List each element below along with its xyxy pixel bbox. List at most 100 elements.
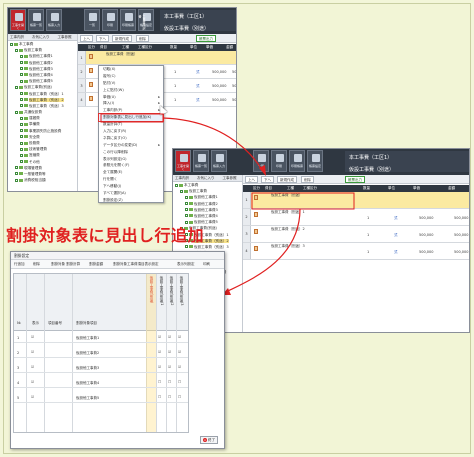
checkbox-icon[interactable] bbox=[175, 183, 178, 187]
column-header[interactable]: 工種区分 bbox=[138, 44, 152, 51]
move-up-button[interactable]: 上へ bbox=[245, 176, 258, 183]
allocation-checkbox[interactable]: ☑ bbox=[178, 365, 181, 369]
table-row[interactable]: 2 ☑ 仮設他工事費2 ☑ ☑ ☑ bbox=[14, 349, 188, 358]
tab-project-breakdown[interactable]: 工事内訳 bbox=[10, 35, 24, 39]
form-output-button[interactable]: 帳票出力 bbox=[196, 35, 216, 42]
checkbox-icon[interactable] bbox=[20, 141, 23, 145]
column-header[interactable]: 単価 bbox=[206, 44, 213, 51]
checkbox-icon[interactable] bbox=[20, 98, 23, 102]
checkbox-icon[interactable] bbox=[185, 214, 188, 218]
context-menu-item[interactable]: 単価(U) ▸ bbox=[99, 94, 163, 101]
allocation-checkbox[interactable]: ☐ bbox=[178, 395, 181, 399]
allocation-checkbox[interactable]: ☑ bbox=[178, 335, 181, 339]
column-header[interactable]: 数量 bbox=[363, 185, 370, 192]
delete-button[interactable]: 削除 bbox=[301, 176, 314, 183]
tab-project-breakdown[interactable]: 工事内訳 bbox=[175, 176, 189, 180]
column-header[interactable]: 数量 bbox=[170, 44, 177, 51]
checkbox-icon[interactable] bbox=[15, 172, 18, 176]
print-form-button[interactable]: 印刷帳票 bbox=[289, 150, 305, 172]
allocation-checkbox[interactable]: ☐ bbox=[158, 395, 161, 399]
column-header[interactable]: 工種区分 bbox=[303, 185, 317, 192]
dialog-delete-button[interactable]: 削除 bbox=[33, 262, 40, 267]
allocation-amount-button[interactable]: 割掛金額 bbox=[89, 262, 103, 267]
context-menu-item[interactable]: データ区分の変更(D) ▸ bbox=[99, 142, 163, 149]
form-settings-button[interactable]: 帳票設定 bbox=[307, 150, 323, 172]
print-form-button[interactable]: 印刷帳票 bbox=[120, 9, 136, 31]
print-button[interactable]: 印刷 bbox=[102, 9, 118, 31]
move-down-button[interactable]: 下へ bbox=[261, 176, 274, 183]
tab-project-reference[interactable]: 工事参照 bbox=[223, 176, 237, 180]
table-row[interactable]: 1 ☑ 仮設他工事費1 ☑ ☑ ☑ bbox=[14, 334, 188, 343]
checkbox-icon[interactable] bbox=[20, 61, 23, 65]
context-menu-item[interactable]: 行を開く bbox=[99, 176, 163, 183]
context-menu-item[interactable]: 割掛設定(Z) bbox=[99, 197, 163, 204]
target-display-settings-button[interactable]: 割掛対象工事費項目表示設定 bbox=[113, 262, 159, 267]
print-button[interactable]: 印刷 bbox=[271, 150, 287, 172]
checkbox-icon[interactable] bbox=[20, 135, 23, 139]
allocation-checkbox[interactable]: ☐ bbox=[168, 380, 171, 384]
context-menu-item[interactable]: 下へ移動(J) bbox=[99, 183, 163, 190]
form-input-button[interactable]: 帳票入力 bbox=[46, 9, 62, 31]
column-header[interactable]: 区分 bbox=[253, 185, 260, 192]
show-checkbox[interactable]: ☑ bbox=[31, 380, 34, 384]
allocation-checkbox[interactable]: ☑ bbox=[168, 365, 171, 369]
column-header[interactable]: 金額 bbox=[226, 44, 233, 51]
checkbox-icon[interactable] bbox=[15, 166, 18, 170]
table-row[interactable]: 1 仮設工事費（別途） bbox=[78, 51, 236, 65]
column-header[interactable]: 工種 bbox=[287, 185, 294, 192]
table-row[interactable]: 5 ☑ 仮設他工事費5 ☐ ☐ ☐ bbox=[14, 394, 188, 403]
checkbox-icon[interactable] bbox=[20, 92, 23, 95]
checkbox-icon[interactable] bbox=[185, 202, 188, 206]
checkbox-icon[interactable] bbox=[20, 54, 23, 58]
context-menu-item[interactable]: 割掛対象表に見出し行追加(K) bbox=[98, 113, 164, 123]
context-menu-item[interactable]: 複写(C) bbox=[99, 73, 163, 80]
checkbox-icon[interactable] bbox=[20, 116, 23, 120]
table-row[interactable]: 3 ☑ 仮設他工事費3 ☑ ☑ ☑ bbox=[14, 364, 188, 373]
column-header[interactable]: 単位 bbox=[388, 185, 395, 192]
dialog-print-button[interactable]: 印刷 bbox=[203, 262, 210, 267]
checkbox-icon[interactable] bbox=[20, 147, 23, 151]
move-up-button[interactable]: 上へ bbox=[80, 35, 93, 42]
context-menu-item[interactable]: 上に貼付(W) bbox=[99, 87, 163, 94]
add-row-button[interactable]: 行追加 bbox=[14, 262, 25, 267]
allocation-checkbox[interactable]: ☐ bbox=[158, 380, 161, 384]
checkbox-icon[interactable] bbox=[185, 195, 188, 199]
tree-node[interactable]: 消費税相当額 bbox=[8, 177, 77, 183]
checkbox-icon[interactable] bbox=[20, 160, 23, 164]
tab-project-reference[interactable]: 工事参照 bbox=[58, 35, 72, 39]
form-list-button[interactable]: 帳票一覧 bbox=[193, 150, 209, 172]
tab-favorites[interactable]: お気に入り bbox=[32, 35, 50, 39]
checkbox-icon[interactable] bbox=[15, 48, 18, 52]
context-menu-item[interactable]: すべて選択(A) bbox=[99, 190, 163, 197]
allocation-checkbox[interactable]: ☑ bbox=[158, 365, 161, 369]
show-checkbox[interactable]: ☑ bbox=[31, 395, 34, 399]
table-row[interactable]: 1 仮設工事費（別途） bbox=[243, 192, 469, 209]
column-header[interactable]: 費目 bbox=[100, 44, 107, 51]
list-button[interactable]: 一覧 bbox=[253, 150, 269, 172]
allocation-checkbox[interactable]: ☐ bbox=[178, 380, 181, 384]
table-row[interactable]: 4 ☑ 仮設他工事費4 ☐ ☐ ☐ bbox=[14, 379, 188, 388]
column-header[interactable]: 費目 bbox=[265, 185, 272, 192]
checkbox-icon[interactable] bbox=[20, 104, 23, 108]
checkbox-icon[interactable] bbox=[20, 67, 23, 71]
context-menu-item[interactable]: 挿入(I) ▸ bbox=[99, 100, 163, 107]
checkbox-icon[interactable] bbox=[10, 42, 13, 46]
column-header[interactable]: 区分 bbox=[88, 44, 95, 51]
delete-button[interactable]: 削除 bbox=[136, 35, 149, 42]
column-header[interactable]: 単位 bbox=[190, 44, 197, 51]
list-button[interactable]: 一覧 bbox=[84, 9, 100, 31]
context-menu-item[interactable]: 工事内訳(P) ▸ bbox=[99, 107, 163, 114]
open-project-button[interactable]: 工事を開く bbox=[10, 9, 26, 31]
show-checkbox[interactable]: ☑ bbox=[31, 350, 34, 354]
context-menu-item[interactable]: 全て展開(E) bbox=[99, 169, 163, 176]
checkbox-icon[interactable] bbox=[185, 208, 188, 212]
column-settings-button[interactable]: 表示列設定 bbox=[177, 262, 195, 267]
context-menu-item[interactable]: 数量計算(T) bbox=[99, 121, 163, 128]
table-row[interactable]: 3 仮設工事費（別途）2 1 式 500,000 500,000 bbox=[243, 226, 469, 243]
form-list-button[interactable]: 帳票一覧 bbox=[28, 9, 44, 31]
column-header[interactable]: 金額 bbox=[448, 185, 455, 192]
form-output-button[interactable]: 帳票出力 bbox=[345, 176, 365, 183]
table-row[interactable]: 2 仮設工事費（別途）1 1 式 500,000 500,000 bbox=[243, 209, 469, 226]
checkbox-icon[interactable] bbox=[15, 178, 18, 182]
context-menu-item[interactable]: 貼付(V) bbox=[99, 80, 163, 87]
